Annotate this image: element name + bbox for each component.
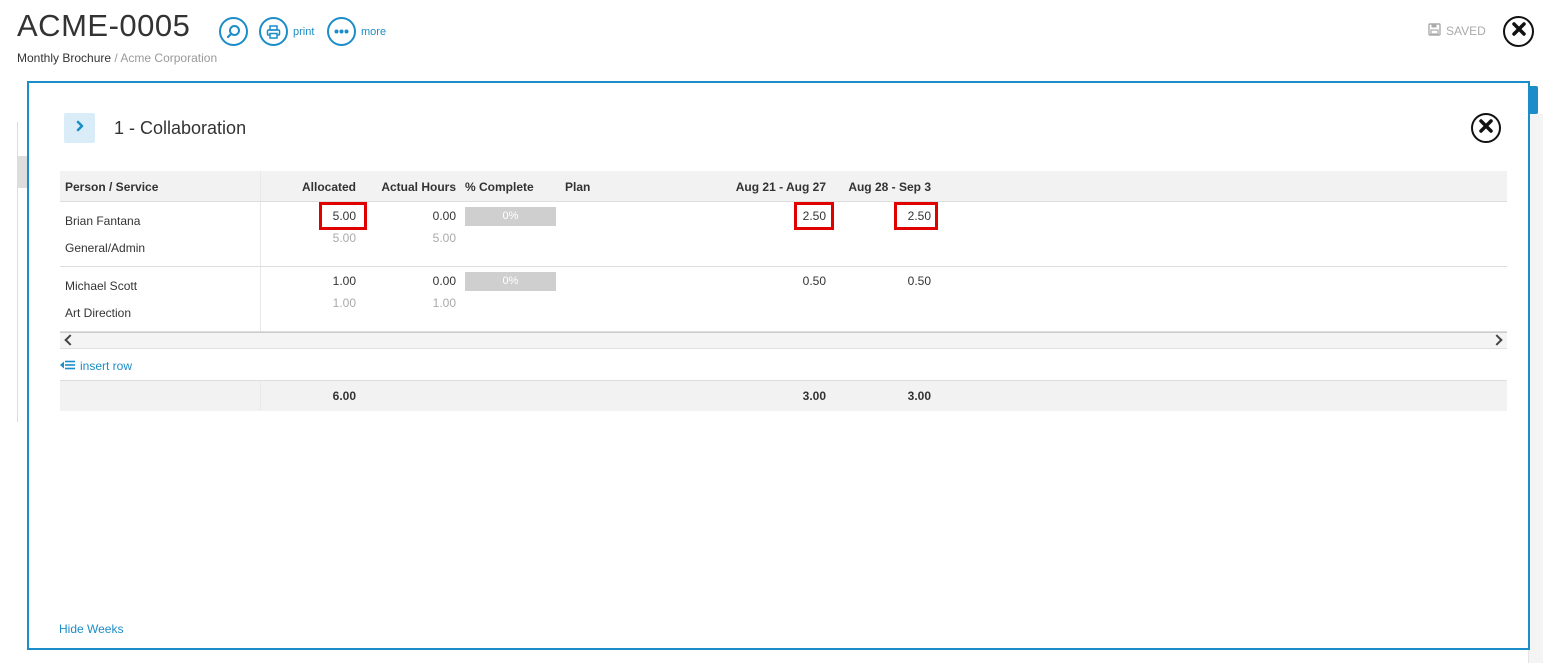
close-icon xyxy=(1511,22,1526,41)
background-panel xyxy=(1528,114,1543,663)
week-1-input[interactable]: 0.50 xyxy=(803,274,826,288)
total-week-2: 3.00 xyxy=(907,389,931,403)
person-name[interactable]: Brian Fantana xyxy=(65,214,140,228)
col-actual-hours: Actual Hours xyxy=(381,180,456,194)
breadcrumb-project[interactable]: Monthly Brochure xyxy=(17,51,111,65)
progress-bar: 0% xyxy=(465,272,556,291)
progress-bar: 0% xyxy=(465,207,556,226)
total-week-1: 3.00 xyxy=(802,389,826,403)
more-icon xyxy=(327,17,356,46)
more-button[interactable]: more xyxy=(327,17,386,46)
saved-label: SAVED xyxy=(1446,24,1486,38)
expand-button[interactable] xyxy=(64,113,95,143)
modal-close-button[interactable] xyxy=(1471,113,1501,143)
search-button[interactable] xyxy=(219,17,248,46)
actual-hours: 0.00 xyxy=(432,274,456,288)
print-button[interactable]: print xyxy=(259,17,314,46)
actual-hours: 0.00 xyxy=(432,209,456,223)
search-icon xyxy=(219,17,248,46)
allocation-table: Person / Service Allocated Actual Hours … xyxy=(60,171,1507,411)
modal-title: 1 - Collaboration xyxy=(114,118,247,138)
person-name[interactable]: Michael Scott xyxy=(65,279,137,293)
scroll-right-icon[interactable] xyxy=(1491,334,1503,346)
col-week-2: Aug 28 - Sep 3 xyxy=(848,180,931,194)
col-plan: Plan xyxy=(565,180,591,194)
allocated-sub: 5.00 xyxy=(332,231,356,245)
scroll-left-icon[interactable] xyxy=(64,334,76,346)
table-row: Brian Fantana General/Admin 5.00 5.00 0.… xyxy=(60,202,1507,267)
close-icon xyxy=(1479,118,1493,138)
breadcrumb-client[interactable]: Acme Corporation xyxy=(120,51,217,65)
col-week-1: Aug 21 - Aug 27 xyxy=(735,180,826,194)
week-2-input[interactable]: 0.50 xyxy=(908,274,931,288)
highlight-allocated xyxy=(319,202,367,230)
chevron-right-icon xyxy=(75,119,85,137)
col-percent-complete: % Complete xyxy=(465,180,534,194)
insert-row-icon xyxy=(60,359,75,373)
more-label: more xyxy=(361,25,387,38)
print-label: print xyxy=(293,25,315,38)
insert-row-link[interactable]: insert row xyxy=(60,359,132,373)
page-close-button[interactable] xyxy=(1503,16,1534,47)
breadcrumb: Monthly Brochure / Acme Corporation xyxy=(17,51,217,65)
allocated-input[interactable]: 1.00 xyxy=(333,274,356,288)
hide-weeks-link[interactable]: Hide Weeks xyxy=(59,622,123,636)
allocated-sub: 1.00 xyxy=(332,296,356,310)
highlight-week-1 xyxy=(794,202,834,230)
background-sidebar-strip xyxy=(17,122,28,422)
saved-status: SAVED xyxy=(1428,23,1486,39)
totals-row: 6.00 3.00 3.00 xyxy=(60,380,1507,411)
service-name: Art Direction xyxy=(65,306,132,320)
table-header: Person / Service Allocated Actual Hours … xyxy=(60,171,1507,202)
total-allocated: 6.00 xyxy=(332,389,356,403)
insert-row-label: insert row xyxy=(80,359,133,373)
service-name: General/Admin xyxy=(65,241,146,255)
task-modal: 1 - Collaboration Person / Service Alloc… xyxy=(27,81,1530,650)
table-row: Michael Scott Art Direction 1.00 1.00 0.… xyxy=(60,267,1507,332)
highlight-week-2 xyxy=(894,202,938,230)
page-title: ACME-0005 xyxy=(17,8,191,43)
breadcrumb-separator: / xyxy=(114,51,118,65)
save-icon xyxy=(1428,23,1441,39)
actual-hours-sub: 1.00 xyxy=(432,296,456,310)
col-allocated: Allocated xyxy=(301,180,356,194)
actual-hours-sub: 5.00 xyxy=(432,231,456,245)
print-icon xyxy=(259,17,288,46)
horizontal-scrollbar[interactable] xyxy=(60,332,1507,349)
col-person: Person / Service xyxy=(65,180,159,194)
